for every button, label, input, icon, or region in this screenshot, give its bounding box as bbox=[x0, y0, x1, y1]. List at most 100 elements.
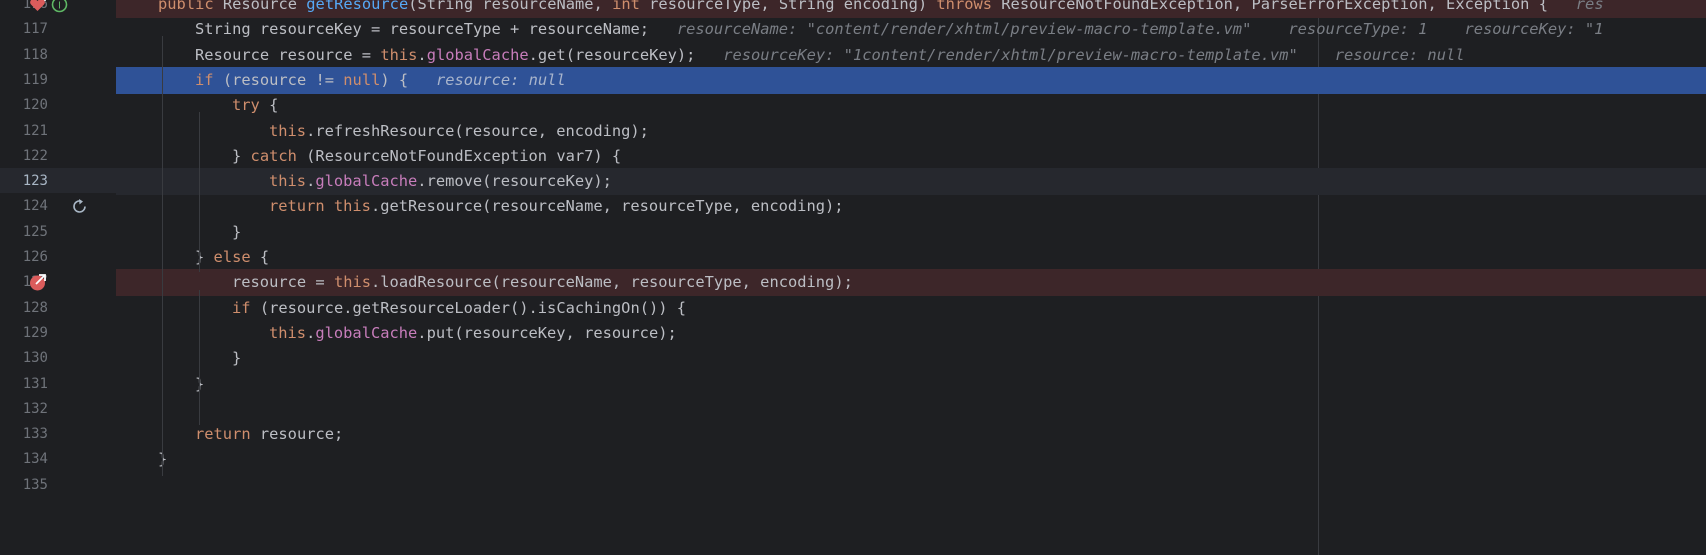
line-number: 123 bbox=[22, 173, 48, 190]
method-breakpoint-icon[interactable] bbox=[28, 0, 47, 14]
code-line-134[interactable]: 134} bbox=[0, 446, 1706, 474]
code-area[interactable]: return this.getResource(resourceName, re… bbox=[116, 193, 1706, 220]
code-line-119[interactable]: 119 if (resource != null) { resource: nul… bbox=[0, 66, 1706, 94]
line-number: 122 bbox=[22, 147, 48, 164]
code-text: this.refreshResource(resource, encoding)… bbox=[269, 118, 649, 145]
line-number: 126 bbox=[22, 249, 48, 265]
gutter[interactable]: 129 bbox=[0, 319, 116, 347]
code-area[interactable]: public Resource getResource(String resou… bbox=[116, 0, 1706, 18]
inline-debug-value: resource: null bbox=[408, 70, 566, 89]
gutter[interactable]: 124 bbox=[0, 193, 116, 221]
implementing-method-icon[interactable]: I bbox=[50, 0, 69, 14]
code-line-122[interactable]: 122 } catch (ResourceNotFoundException va… bbox=[0, 142, 1706, 170]
gutter[interactable]: 119 bbox=[0, 66, 116, 94]
gutter[interactable]: 127 bbox=[0, 269, 116, 297]
code-area[interactable]: if (resource.getResourceLoader().isCachi… bbox=[116, 295, 1706, 322]
code-text: } else { bbox=[195, 244, 269, 271]
gutter[interactable]: 121 bbox=[0, 117, 116, 145]
code-area[interactable]: this.refreshResource(resource, encoding)… bbox=[116, 118, 1706, 145]
gutter[interactable]: 128 bbox=[0, 294, 116, 322]
code-token: this bbox=[333, 273, 372, 292]
code-line-121[interactable]: 121 this.refreshResource(resource, encodi… bbox=[0, 117, 1706, 145]
code-line-120[interactable]: 120 try { bbox=[0, 92, 1706, 120]
gutter[interactable]: 117 bbox=[0, 16, 116, 44]
code-token: int bbox=[612, 0, 650, 13]
gutter[interactable]: 123 bbox=[0, 168, 116, 196]
gutter[interactable]: 120 bbox=[0, 92, 116, 120]
code-line-131[interactable]: 131} bbox=[0, 370, 1706, 398]
code-area[interactable]: this.globalCache.put(resourceKey, resour… bbox=[116, 320, 1706, 347]
code-line-127[interactable]: 127 resource = this.loadResource(resource… bbox=[0, 269, 1706, 297]
code-text: try { bbox=[232, 92, 278, 119]
code-text: this.globalCache.remove(resourceKey); bbox=[269, 168, 612, 195]
gutter[interactable]: 131 bbox=[0, 370, 116, 398]
code-line-125[interactable]: 125} bbox=[0, 218, 1706, 246]
code-area[interactable]: if (resource != null) { resource: null bbox=[116, 66, 1706, 94]
code-token: globalCache bbox=[315, 172, 418, 191]
code-line-126[interactable]: 126 } else { bbox=[0, 244, 1706, 271]
code-token: } bbox=[232, 222, 242, 241]
code-area[interactable] bbox=[116, 396, 1706, 423]
code-area[interactable]: resource = this.loadResource(resourceNam… bbox=[116, 269, 1706, 297]
code-area[interactable]: Resource resource = this.globalCache.get… bbox=[116, 42, 1706, 69]
code-token: Resource resource = bbox=[195, 45, 381, 64]
code-token: this bbox=[269, 121, 307, 140]
code-area[interactable]: } else { bbox=[116, 244, 1706, 271]
code-area[interactable]: } bbox=[116, 371, 1706, 398]
gutter[interactable]: 133 bbox=[0, 421, 116, 449]
code-token: { bbox=[269, 96, 279, 115]
code-token: null bbox=[343, 70, 381, 89]
indent-guide bbox=[199, 112, 200, 272]
inline-debug-value: resourceName: "content/render/xhtml/prev… bbox=[649, 20, 1604, 39]
code-line-124[interactable]: 124 return this.getResource(resourceName,… bbox=[0, 193, 1706, 221]
code-area[interactable]: } catch (ResourceNotFoundException var7)… bbox=[116, 143, 1706, 170]
code-area[interactable]: } bbox=[116, 446, 1706, 473]
inline-debug-value: resourceKey: "1content/render/xhtml/prev… bbox=[695, 45, 1465, 64]
code-line-130[interactable]: 130} bbox=[0, 345, 1706, 373]
line-number: 133 bbox=[22, 426, 48, 443]
code-line-118[interactable]: 118 Resource resource = this.globalCache.… bbox=[0, 41, 1706, 69]
code-line-129[interactable]: 129 this.globalCache.put(resourceKey, res… bbox=[0, 319, 1706, 347]
gutter[interactable]: 135 bbox=[0, 471, 116, 499]
code-line-123[interactable]: 123 this.globalCache.remove(resourceKey); bbox=[0, 168, 1706, 196]
gutter[interactable]: 118 bbox=[0, 41, 116, 69]
code-area[interactable]: this.globalCache.remove(resourceKey); bbox=[116, 168, 1706, 196]
code-area[interactable]: try { bbox=[116, 92, 1706, 119]
code-token: globalCache bbox=[426, 45, 529, 64]
code-token: . bbox=[417, 45, 427, 64]
code-token: ResourceNotFoundException, ParseErrorExc… bbox=[1001, 0, 1548, 13]
line-number: 117 bbox=[22, 21, 48, 38]
gutter[interactable]: 126 bbox=[0, 244, 116, 271]
line-number: 118 bbox=[22, 46, 48, 63]
code-token: throws bbox=[936, 0, 1002, 13]
code-token: if bbox=[195, 70, 223, 89]
recursive-call-icon[interactable] bbox=[70, 197, 89, 216]
code-text: public Resource getResource(String resou… bbox=[158, 0, 1604, 18]
code-token: catch bbox=[250, 146, 307, 165]
gutter[interactable]: 130 bbox=[0, 345, 116, 373]
code-area[interactable]: return resource; bbox=[116, 421, 1706, 448]
code-area[interactable]: } bbox=[116, 219, 1706, 246]
code-token: .put(resourceKey, resource); bbox=[417, 323, 677, 342]
gutter[interactable]: 134 bbox=[0, 446, 116, 474]
code-line-133[interactable]: 133 return resource; bbox=[0, 421, 1706, 449]
gutter[interactable]: 116I bbox=[0, 0, 116, 18]
code-area[interactable] bbox=[116, 472, 1706, 499]
code-token: } bbox=[232, 146, 251, 165]
code-token: } bbox=[232, 349, 242, 368]
code-area[interactable]: } bbox=[116, 345, 1706, 372]
code-line-135[interactable]: 135 bbox=[0, 471, 1706, 499]
line-number: 128 bbox=[22, 299, 48, 316]
breakpoint-icon[interactable] bbox=[28, 273, 47, 292]
code-editor[interactable]: 116I public Resource getResource(String r… bbox=[0, 0, 1706, 555]
code-line-117[interactable]: 117 String resourceKey = resourceType + r… bbox=[0, 16, 1706, 44]
gutter[interactable]: 125 bbox=[0, 218, 116, 246]
gutter[interactable]: 122 bbox=[0, 142, 116, 170]
code-line-132[interactable]: 132 bbox=[0, 395, 1706, 423]
gutter[interactable]: 132 bbox=[0, 395, 116, 423]
code-line-116[interactable]: 116I public Resource getResource(String r… bbox=[0, 0, 1706, 18]
code-area[interactable]: String resourceKey = resourceType + reso… bbox=[116, 16, 1706, 43]
code-token: this bbox=[333, 197, 371, 216]
code-token: return bbox=[195, 425, 260, 444]
code-line-128[interactable]: 128 if (resource.getResourceLoader().isCa… bbox=[0, 294, 1706, 322]
